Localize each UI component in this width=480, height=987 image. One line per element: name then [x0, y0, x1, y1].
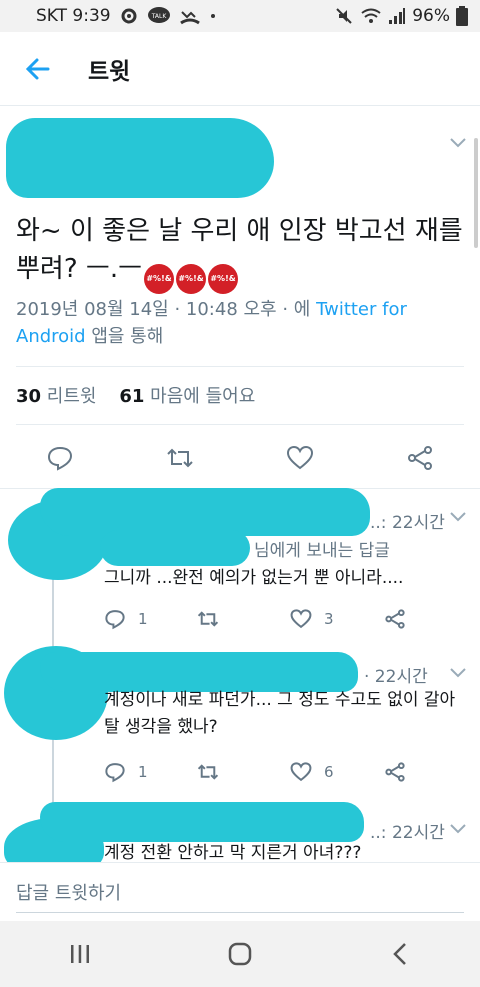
like-button[interactable] — [282, 440, 318, 476]
dot-icon — [209, 12, 217, 20]
arrow-left-icon — [25, 58, 50, 79]
like-label[interactable]: 마음에 들어요 — [150, 386, 255, 407]
angry-emoji-icon: #%!& — [144, 264, 175, 294]
redacted-username — [40, 488, 370, 536]
share-icon — [385, 609, 405, 629]
compose-underline — [16, 912, 464, 913]
heart-icon — [290, 762, 312, 782]
missed-call-icon — [179, 6, 201, 26]
reply-button[interactable] — [42, 440, 78, 476]
reply-actions: 1 3 — [100, 608, 420, 634]
retweet-icon — [197, 611, 219, 627]
share-icon — [408, 446, 432, 470]
status-time: SKT 9:39 — [36, 6, 111, 26]
retweet-button[interactable] — [196, 608, 220, 630]
reply-count: 1 — [138, 763, 148, 781]
home-button[interactable] — [210, 929, 270, 979]
reply-time: ..: 22시간 — [370, 513, 445, 533]
back-button[interactable] — [10, 41, 66, 97]
retweet-count[interactable]: 30 — [16, 386, 41, 407]
reply-icon — [47, 446, 73, 471]
gear-icon — [119, 6, 139, 26]
reply-button[interactable]: 1 — [104, 608, 148, 630]
scrollbar[interactable] — [474, 138, 478, 248]
redacted-author — [6, 118, 274, 198]
redacted-username — [40, 802, 364, 842]
battery-icon — [456, 6, 468, 26]
like-count: 6 — [324, 763, 334, 781]
like-button[interactable]: 3 — [290, 608, 334, 630]
status-bar: SKT 9:39 TALK 96% — [0, 0, 480, 32]
app-bar: 트윗 — [0, 32, 480, 106]
compose-placeholder: 답글 트윗하기 — [16, 882, 122, 904]
retweet-label[interactable]: 리트윗 — [47, 386, 97, 407]
like-count[interactable]: 61 — [119, 386, 144, 407]
page-title: 트윗 — [88, 58, 131, 85]
like-button[interactable]: 6 — [290, 761, 334, 783]
android-nav-bar — [0, 921, 480, 987]
home-icon — [228, 942, 252, 966]
heart-icon — [286, 445, 314, 470]
retweet-button[interactable] — [196, 761, 220, 783]
tweet-stats: 30 리트윗 61 마음에 들어요 — [16, 382, 255, 408]
angry-emoji-icon: #%!& — [208, 264, 239, 294]
redacted-username — [40, 652, 358, 692]
retweet-icon — [197, 764, 219, 780]
reply-text: 그니까 ...완전 예의가 없는거 뿐 아니라.... — [104, 568, 404, 588]
reply-time: · 22시간 — [364, 667, 428, 687]
mute-icon — [334, 6, 354, 26]
chevron-down-icon[interactable] — [448, 666, 468, 680]
nav-back-button[interactable] — [370, 929, 430, 979]
reply-button[interactable]: 1 — [104, 761, 148, 783]
kakaotalk-icon: TALK — [147, 6, 171, 26]
tweet-actions — [0, 440, 480, 476]
chevron-down-icon[interactable] — [448, 822, 468, 836]
retweet-button[interactable] — [162, 440, 198, 476]
signal-icon — [388, 7, 406, 25]
reply-count: 1 — [138, 610, 148, 628]
share-button[interactable] — [384, 761, 406, 783]
like-count: 3 — [324, 610, 334, 628]
recent-apps-button[interactable] — [50, 929, 110, 979]
share-button[interactable] — [402, 440, 438, 476]
svg-text:TALK: TALK — [150, 13, 167, 20]
chevron-down-icon[interactable] — [448, 510, 468, 524]
tweet-meta: 2019년 08월 14일 · 10:48 오후 · 에 Twitter for… — [16, 299, 407, 347]
divider — [16, 366, 464, 367]
angry-emoji-icon: #%!& — [176, 264, 207, 294]
tweet-text: 와~ 이 좋은 날 우리 애 인장 박고선 재를 뿌려? ㅡ.ㅡ #%!& #%!&… — [16, 212, 466, 294]
retweet-icon — [167, 448, 193, 468]
chevron-left-icon — [393, 943, 406, 965]
reply-text: 계정 전환 안하고 막 지른거 아녀??? — [104, 843, 362, 862]
heart-icon — [290, 609, 312, 629]
share-icon — [385, 762, 405, 782]
reply-icon — [105, 610, 125, 630]
share-button[interactable] — [384, 608, 406, 630]
reply-icon — [105, 763, 125, 783]
reply-to-label[interactable]: 님에게 보내는 답글 — [254, 536, 390, 561]
wifi-icon — [360, 6, 382, 26]
battery-percent: 96% — [412, 6, 450, 26]
reply-text: 계정이나 새로 파던가... 그 정도 수고도 없이 갈아탈 생각을 했나? — [104, 690, 456, 737]
chevron-down-icon[interactable] — [448, 136, 468, 150]
divider — [16, 424, 464, 425]
redacted-reply-to — [100, 530, 250, 566]
reply-actions: 1 6 — [100, 761, 420, 787]
recent-apps-icon — [71, 945, 89, 963]
